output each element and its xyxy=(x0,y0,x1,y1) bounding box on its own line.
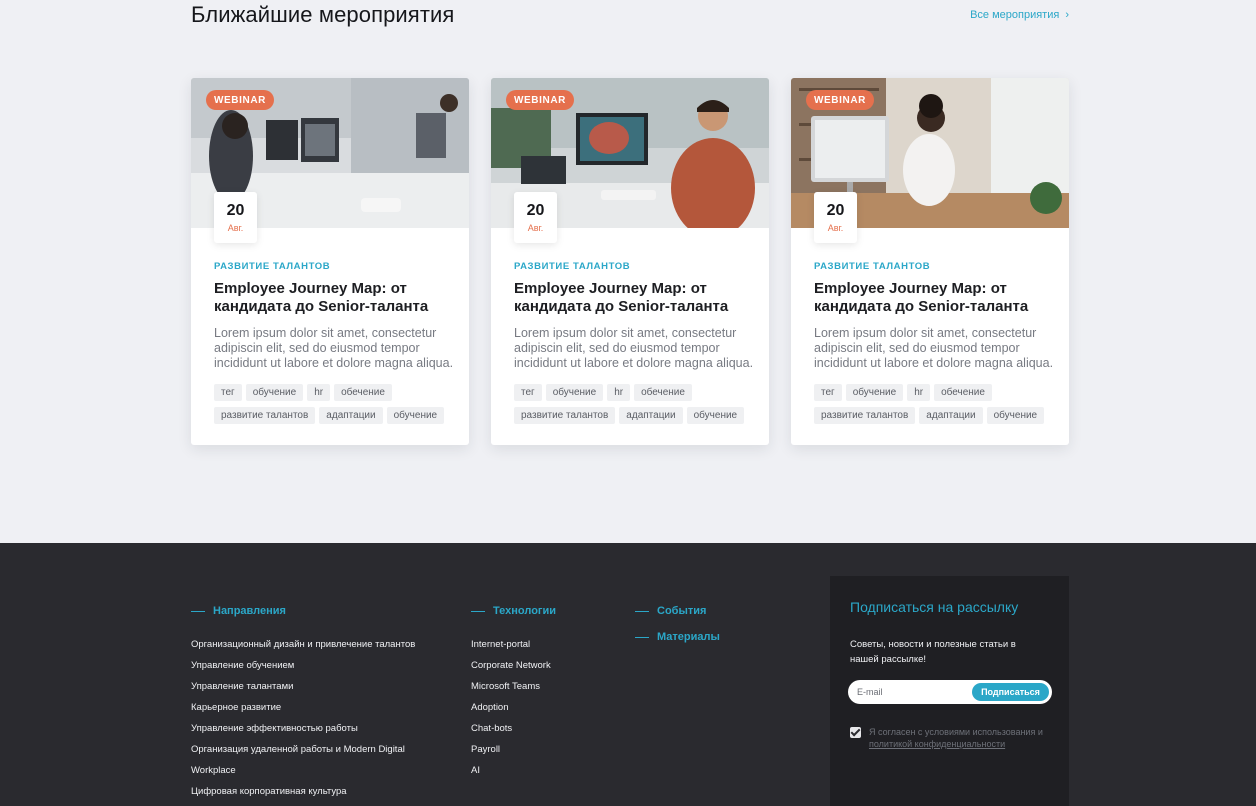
tag-list: тег обучение hr обечение развитие талант… xyxy=(214,384,454,424)
directions-links: Организационный дизайн и привлечение тал… xyxy=(191,634,415,802)
all-events-link[interactable]: Все мероприятия › xyxy=(970,9,1069,21)
tag[interactable]: hr xyxy=(307,384,331,401)
event-description: Lorem ipsum dolor sit amet, consectetur … xyxy=(214,326,454,370)
footer-link[interactable]: Организационный дизайн и привлечение тал… xyxy=(191,634,415,655)
email-field[interactable] xyxy=(857,685,967,699)
footer-heading-directions[interactable]: Направления xyxy=(191,605,286,617)
tag[interactable]: обечение xyxy=(334,384,392,401)
tag[interactable]: обучение xyxy=(245,384,304,401)
event-title[interactable]: Employee Journey Map: от кандидата до Se… xyxy=(214,280,464,316)
tag[interactable]: обечение xyxy=(934,384,992,401)
footer-link[interactable]: Workplace xyxy=(191,760,415,781)
tag[interactable]: развитие талантов xyxy=(514,407,616,424)
tag[interactable]: адаптации xyxy=(319,407,383,424)
webinar-badge: WEBINAR xyxy=(806,90,874,110)
footer-link[interactable]: Microsoft Teams xyxy=(471,676,551,697)
tag[interactable]: тег xyxy=(814,384,842,401)
tag[interactable]: hr xyxy=(907,384,931,401)
subscribe-panel: Подписаться на рассылку Советы, новости … xyxy=(830,576,1069,806)
event-card[interactable]: WEBINAR 20 Авг. РАЗВИТИЕ ТАЛАНТОВ Employ… xyxy=(491,78,769,445)
subscribe-form: Подписаться xyxy=(848,680,1052,704)
consent-checkbox[interactable] xyxy=(850,727,861,738)
event-card[interactable]: WEBINAR 20 Авг. РАЗВИТИЕ ТАЛАНТОВ Employ… xyxy=(791,78,1069,445)
subscribe-text: Советы, новости и полезные статьи в наше… xyxy=(850,639,1016,665)
tag[interactable]: адаптации xyxy=(619,407,683,424)
events-section: Ближайшие мероприятия Все мероприятия › … xyxy=(0,0,1256,543)
technologies-links: Internet-portal Corporate Network Micros… xyxy=(471,634,551,781)
date-box: 20 Авг. xyxy=(214,192,257,243)
consent-label: Я согласен с условиями использования и xyxy=(869,727,1043,737)
footer-heading-events[interactable]: События xyxy=(635,605,706,617)
tag[interactable]: hr xyxy=(607,384,631,401)
webinar-badge: WEBINAR xyxy=(506,90,574,110)
footer-link[interactable]: Internet-portal xyxy=(471,634,551,655)
footer-heading-technologies[interactable]: Технологии xyxy=(471,605,556,617)
event-category[interactable]: РАЗВИТИЕ ТАЛАНТОВ xyxy=(814,261,1064,272)
event-description: Lorem ipsum dolor sit amet, consectetur … xyxy=(814,326,1054,370)
event-month: Авг. xyxy=(227,223,244,233)
event-title[interactable]: Employee Journey Map: от кандидата до Se… xyxy=(814,280,1064,316)
tag[interactable]: обучение xyxy=(686,407,745,424)
all-events-label: Все мероприятия xyxy=(970,9,1060,21)
technologies-heading-label: Технологии xyxy=(493,605,557,617)
footer-link[interactable]: Управление обучением xyxy=(191,655,415,676)
footer-link[interactable]: Цифровая корпоративная культура xyxy=(191,781,415,802)
tag-list: тег обучение hr обечение развитие талант… xyxy=(514,384,754,424)
tag[interactable]: обучение xyxy=(845,384,904,401)
tag[interactable]: обучение xyxy=(545,384,604,401)
tag[interactable]: обучение xyxy=(986,407,1045,424)
consent-text: Я согласен с условиями использования и п… xyxy=(869,726,1055,750)
directions-heading-label: Направления xyxy=(213,605,286,617)
tag[interactable]: адаптации xyxy=(919,407,983,424)
event-day: 20 xyxy=(826,202,845,219)
footer-link[interactable]: Payroll xyxy=(471,739,551,760)
footer-heading-materials[interactable]: Материалы xyxy=(635,631,720,643)
dash-icon xyxy=(471,610,485,612)
chevron-right-icon: › xyxy=(1065,9,1069,21)
date-box: 20 Авг. xyxy=(514,192,557,243)
event-category[interactable]: РАЗВИТИЕ ТАЛАНТОВ xyxy=(214,261,464,272)
tag[interactable]: развитие талантов xyxy=(814,407,916,424)
footer: Направления Организационный дизайн и при… xyxy=(0,543,1256,806)
events-heading-label: События xyxy=(657,605,707,617)
event-month: Авг. xyxy=(827,223,844,233)
footer-link[interactable]: Chat-bots xyxy=(471,718,551,739)
footer-link[interactable]: Adoption xyxy=(471,697,551,718)
event-card[interactable]: WEBINAR 20 Авг. РАЗВИТИЕ ТАЛАНТОВ Employ… xyxy=(191,78,469,445)
dash-icon xyxy=(635,610,649,612)
footer-link[interactable]: Организация удаленной работы и Modern Di… xyxy=(191,739,415,760)
materials-heading-label: Материалы xyxy=(657,631,720,643)
event-month: Авг. xyxy=(527,223,544,233)
tag[interactable]: обучение xyxy=(386,407,445,424)
subscribe-button[interactable]: Подписаться xyxy=(972,683,1049,701)
event-day: 20 xyxy=(226,202,245,219)
tag[interactable]: тег xyxy=(514,384,542,401)
tag[interactable]: обечение xyxy=(634,384,692,401)
footer-link[interactable]: Карьерное развитие xyxy=(191,697,415,718)
tag[interactable]: тег xyxy=(214,384,242,401)
event-day: 20 xyxy=(526,202,545,219)
tag[interactable]: развитие талантов xyxy=(214,407,316,424)
privacy-policy-link[interactable]: политикой конфиденциальности xyxy=(869,739,1005,749)
event-category[interactable]: РАЗВИТИЕ ТАЛАНТОВ xyxy=(514,261,764,272)
event-description: Lorem ipsum dolor sit amet, consectetur … xyxy=(514,326,754,370)
webinar-badge: WEBINAR xyxy=(206,90,274,110)
footer-link[interactable]: Corporate Network xyxy=(471,655,551,676)
footer-link[interactable]: AI xyxy=(471,760,551,781)
events-title: Ближайшие мероприятия xyxy=(191,2,455,27)
tag-list: тег обучение hr обечение развитие талант… xyxy=(814,384,1054,424)
subscribe-title: Подписаться на рассылку xyxy=(850,599,1019,615)
dash-icon xyxy=(635,636,649,638)
footer-link[interactable]: Управление эффективностью работы xyxy=(191,718,415,739)
event-title[interactable]: Employee Journey Map: от кандидата до Se… xyxy=(514,280,764,316)
date-box: 20 Авг. xyxy=(814,192,857,243)
dash-icon xyxy=(191,610,205,612)
consent-row: Я согласен с условиями использования и п… xyxy=(850,726,1055,750)
footer-link[interactable]: Управление талантами xyxy=(191,676,415,697)
